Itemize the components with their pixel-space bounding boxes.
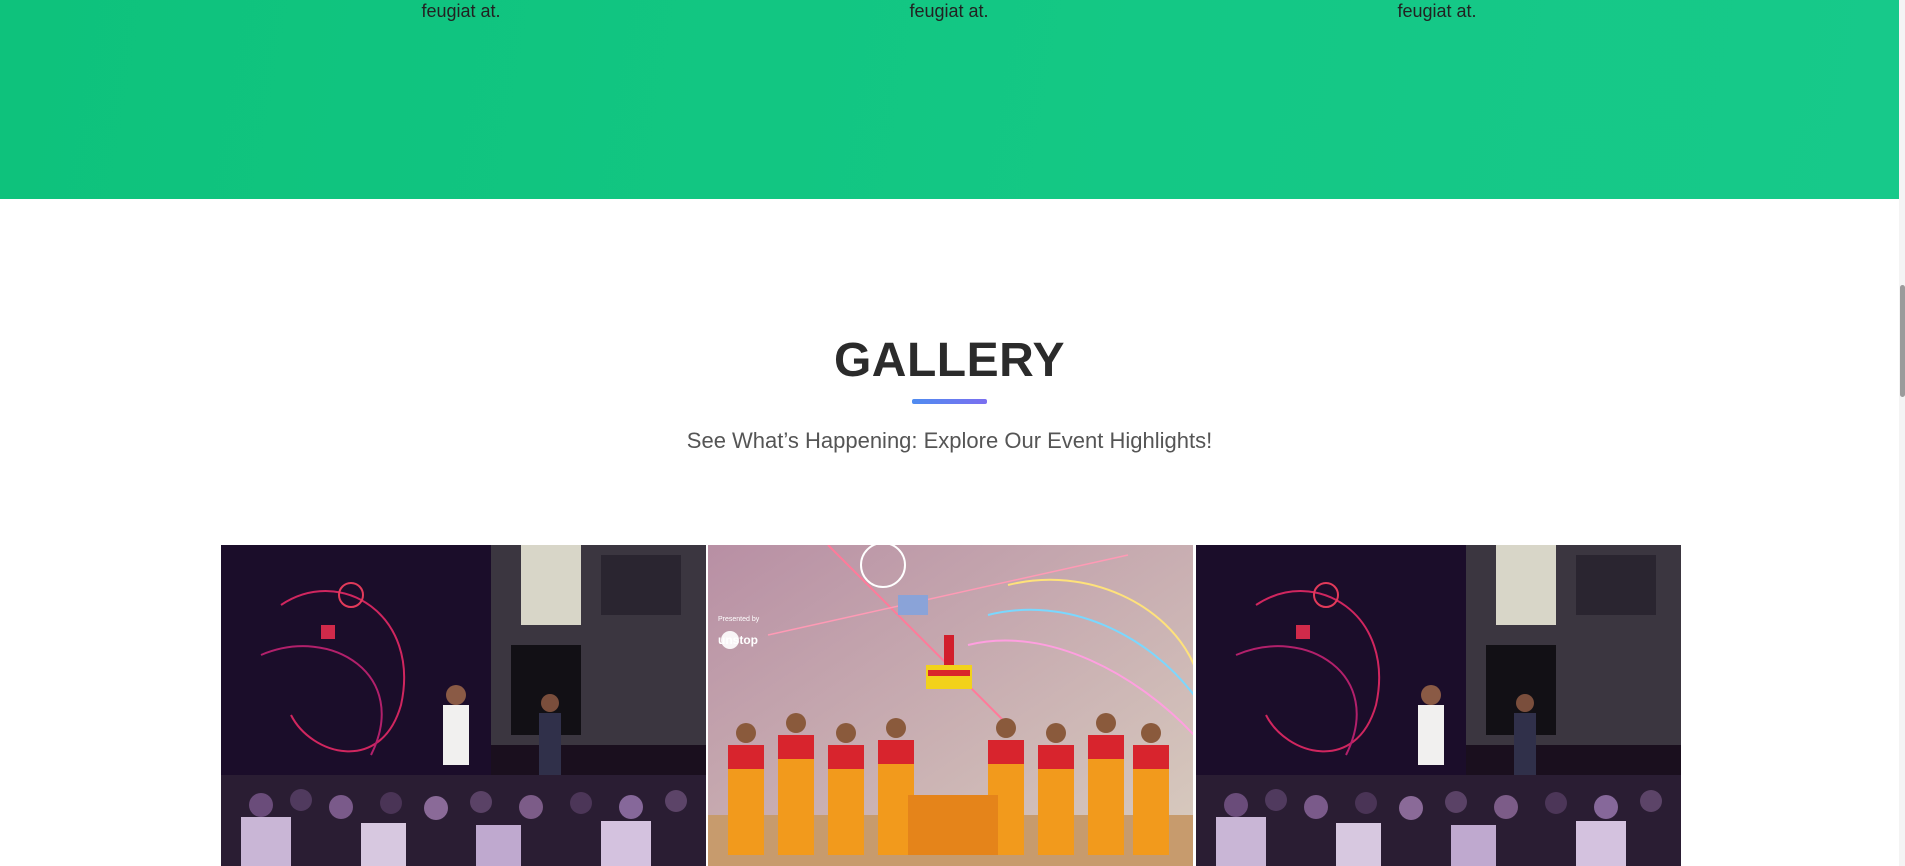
page-scrollbar[interactable]: [1899, 0, 1905, 866]
gallery-image-3[interactable]: [1195, 545, 1681, 866]
watermark-presented: Presented by: [718, 616, 760, 623]
feature-text: feugiat at.: [421, 1, 501, 21]
page: feugiat at. feugiat at. feugiat at. GALL…: [0, 0, 1905, 866]
gallery-image-1[interactable]: [220, 545, 706, 866]
gallery-grid: Presented by unstop: [220, 545, 1681, 866]
gallery-subtitle: See What’s Happening: Explore Our Event …: [686, 428, 1213, 453]
watermark-brand: unstop: [718, 633, 758, 647]
feature-text: feugiat at.: [909, 1, 989, 21]
scrollbar-thumb[interactable]: [1900, 285, 1905, 397]
gallery-image-2[interactable]: Presented by unstop: [707, 545, 1193, 866]
title-underline: [912, 399, 987, 404]
features-band: feugiat at. feugiat at. feugiat at.: [0, 0, 1899, 199]
feature-text: feugiat at.: [1397, 1, 1477, 21]
gallery-title: GALLERY: [833, 334, 1066, 387]
